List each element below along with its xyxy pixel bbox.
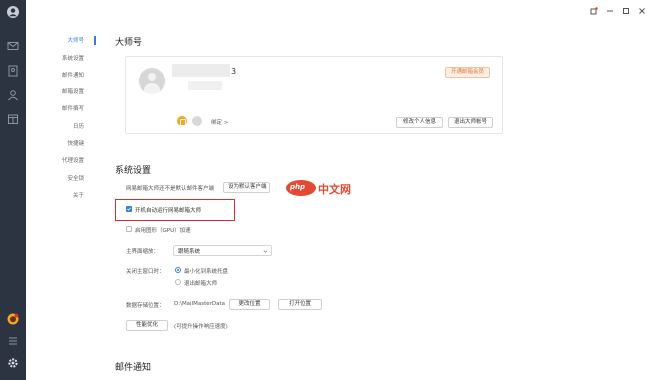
nav-item-shortcuts[interactable]: 快捷键	[67, 139, 84, 147]
minimize-to-tray-radio[interactable]	[175, 267, 181, 273]
system-section-title: 系统设置	[115, 166, 152, 176]
contacts-icon[interactable]	[7, 65, 19, 77]
gpu-label: 启用图形（GPU）加速	[135, 228, 191, 234]
person-icon[interactable]	[7, 89, 19, 101]
scale-label: 主界面缩放：	[126, 249, 160, 255]
scale-select[interactable]: 跟随系统	[173, 245, 272, 256]
left-rail	[0, 0, 26, 380]
nav-item-system[interactable]: 系统设置	[62, 54, 84, 62]
nav-item-security-lock[interactable]: 安全锁	[67, 174, 84, 182]
open-location-button[interactable]: 打开位置	[278, 299, 322, 310]
vip-badge-button[interactable]: 开通邮箱会员	[444, 67, 490, 78]
chevron-down-icon	[263, 250, 268, 253]
bound-mail-icon[interactable]	[177, 116, 187, 126]
nav-item-compose[interactable]: 邮件撰写	[62, 104, 84, 112]
app-badge-icon[interactable]	[7, 313, 19, 325]
calendar-icon[interactable]	[7, 113, 19, 125]
close-icon[interactable]	[636, 6, 648, 16]
storage-label: 数据存储位置：	[126, 303, 165, 309]
php-watermark-logo: php 中文网	[286, 180, 366, 196]
minimize-icon[interactable]	[604, 6, 616, 16]
exit-app-label: 退出邮箱大师	[184, 281, 218, 287]
name-blurred	[172, 64, 230, 77]
change-location-button[interactable]: 更改位置	[229, 299, 270, 310]
storage-path: D:\MailMasterData	[174, 301, 226, 307]
bind-link[interactable]: 绑定 >	[211, 118, 228, 126]
menu-icon[interactable]	[7, 335, 19, 347]
account-name: 3	[231, 67, 237, 76]
minimize-to-tray-label: 最小化到系统托盘	[184, 269, 229, 275]
settings-nav: 大师号 系统设置 邮件通知 邮箱设置 邮件撰写 日历 快捷键 代理设置 安全锁 …	[26, 0, 96, 380]
performance-optimize-button[interactable]: 性能优化	[126, 320, 168, 331]
nav-item-calendar[interactable]: 日历	[73, 122, 84, 130]
nav-item-master[interactable]: 大师号	[67, 36, 84, 44]
performance-hint: (可提升操作响应速度)	[174, 324, 228, 330]
nav-item-mail-notify[interactable]: 邮件通知	[62, 71, 84, 79]
exit-app-radio[interactable]	[175, 279, 181, 285]
nav-active-indicator	[94, 36, 96, 45]
master-section-title: 大师号	[115, 38, 143, 48]
gpu-checkbox[interactable]	[126, 226, 132, 232]
default-client-text: 网易邮箱大师还不是默认邮件客户端	[126, 186, 215, 192]
edit-profile-button[interactable]: 修改个人信息	[396, 117, 443, 128]
pin-icon[interactable]	[588, 6, 600, 16]
maximize-icon[interactable]	[620, 6, 632, 16]
gear-icon[interactable]	[7, 357, 19, 369]
logout-master-button[interactable]: 退出大师帐号	[448, 117, 493, 128]
set-default-client-button[interactable]: 设为默认客户端	[223, 182, 270, 193]
autostart-checkbox[interactable]	[126, 206, 132, 212]
unbound-app-icon[interactable]	[192, 116, 202, 126]
nav-item-mailbox[interactable]: 邮箱设置	[62, 87, 84, 95]
nav-item-proxy[interactable]: 代理设置	[62, 156, 84, 164]
user-avatar-icon[interactable]	[7, 6, 19, 18]
nav-item-about[interactable]: 关于	[73, 191, 84, 199]
email-blurred	[188, 81, 222, 90]
avatar[interactable]	[139, 68, 165, 94]
watermark-text: 中文网	[318, 183, 351, 196]
scale-value: 跟随系统	[178, 249, 201, 255]
profile-card: 3 开通邮箱会员 绑定 > 修改个人信息 退出大师帐号	[125, 56, 503, 134]
watermark-badge: php	[290, 183, 306, 191]
mail-icon[interactable]	[7, 40, 19, 52]
mail-notify-section-title: 邮件通知	[115, 363, 152, 373]
close-window-label: 关闭主窗口时：	[126, 269, 165, 275]
autostart-label: 开机自动运行网易邮箱大师	[135, 208, 202, 214]
